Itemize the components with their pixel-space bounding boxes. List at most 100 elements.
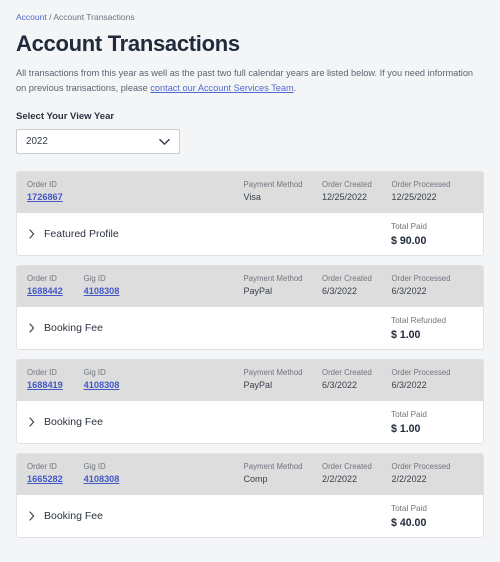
view-year-select-wrapper[interactable]: 2022 bbox=[16, 129, 180, 154]
account-transactions-page: Account / Account Transactions Account T… bbox=[0, 0, 500, 562]
gig-id-label: Gig ID bbox=[83, 274, 106, 283]
account-services-team-link[interactable]: contact our Account Services Team bbox=[150, 83, 293, 93]
transaction-expand-row[interactable]: Featured Profile bbox=[29, 228, 119, 241]
transaction-expand-row[interactable]: Booking Fee bbox=[29, 510, 103, 523]
transaction-item-name: Booking Fee bbox=[44, 321, 103, 334]
table-row[interactable]: Order ID 1688442 Gig ID 4108308 Payment … bbox=[16, 265, 484, 350]
view-year-label: Select Your View Year bbox=[16, 111, 115, 122]
payment-method-value: Visa bbox=[243, 192, 261, 202]
order-id-label: Order ID bbox=[27, 274, 57, 283]
order-created-column: Order Created 2/2/2022 bbox=[322, 462, 392, 485]
order-created-label: Order Created bbox=[322, 462, 372, 471]
order-processed-value: 6/3/2022 bbox=[391, 286, 427, 296]
order-created-column: Order Created 6/3/2022 bbox=[322, 274, 392, 297]
order-processed-label: Order Processed bbox=[391, 368, 451, 377]
payment-method-value: PayPal bbox=[243, 380, 273, 390]
transaction-item-name: Booking Fee bbox=[44, 415, 103, 428]
order-processed-column: Order Processed 6/3/2022 bbox=[392, 274, 473, 297]
transactions-list: Order ID 1726867 Gig ID Payment Method V… bbox=[16, 171, 484, 538]
transaction-header: Order ID 1688419 Gig ID 4108308 Payment … bbox=[17, 360, 483, 401]
gig-id-label: Gig ID bbox=[83, 462, 106, 471]
total-value: $ 1.00 bbox=[391, 329, 421, 341]
order-processed-label: Order Processed bbox=[391, 274, 451, 283]
table-row[interactable]: Order ID 1688419 Gig ID 4108308 Payment … bbox=[16, 359, 484, 444]
transaction-body: Booking Fee Total Paid $ 1.00 bbox=[17, 401, 483, 443]
view-year-select[interactable]: 2022 bbox=[16, 129, 180, 154]
view-year-selected-value: 2022 bbox=[26, 136, 48, 147]
order-created-label: Order Created bbox=[322, 180, 372, 189]
total-value: $ 40.00 bbox=[391, 517, 427, 529]
transaction-body: Booking Fee Total Paid $ 40.00 bbox=[17, 495, 483, 537]
transaction-body: Featured Profile Total Paid $ 90.00 bbox=[17, 213, 483, 255]
payment-method-value: PayPal bbox=[243, 286, 273, 296]
table-row[interactable]: Order ID 1665282 Gig ID 4108308 Payment … bbox=[16, 453, 484, 538]
order-id-link[interactable]: 1688419 bbox=[27, 380, 63, 390]
total-label: Total Refunded bbox=[391, 316, 447, 325]
chevron-right-icon[interactable] bbox=[29, 511, 35, 521]
gig-id-column: Gig ID bbox=[84, 180, 243, 192]
order-id-column: Order ID 1688442 bbox=[27, 274, 84, 297]
transaction-total: Total Paid $ 90.00 bbox=[391, 221, 473, 247]
order-processed-column: Order Processed 12/25/2022 bbox=[392, 180, 473, 203]
transaction-header: Order ID 1688442 Gig ID 4108308 Payment … bbox=[17, 266, 483, 307]
breadcrumb-link-account[interactable]: Account bbox=[16, 12, 47, 22]
transaction-expand-row[interactable]: Booking Fee bbox=[29, 322, 103, 335]
order-created-label: Order Created bbox=[322, 274, 372, 283]
order-processed-value: 2/2/2022 bbox=[391, 474, 427, 484]
gig-id-link[interactable]: 4108308 bbox=[84, 474, 120, 484]
order-processed-column: Order Processed 2/2/2022 bbox=[392, 462, 473, 485]
payment-method-value: Comp bbox=[243, 474, 268, 484]
gig-id-column: Gig ID 4108308 bbox=[84, 462, 243, 485]
order-processed-value: 12/25/2022 bbox=[391, 192, 437, 202]
transaction-expand-row[interactable]: Booking Fee bbox=[29, 416, 103, 429]
transaction-item-name: Booking Fee bbox=[44, 509, 103, 522]
chevron-right-icon[interactable] bbox=[29, 323, 35, 333]
transaction-total: Total Refunded $ 1.00 bbox=[391, 315, 473, 341]
order-id-label: Order ID bbox=[27, 180, 57, 189]
order-created-value: 12/25/2022 bbox=[322, 192, 368, 202]
transaction-total: Total Paid $ 1.00 bbox=[391, 409, 473, 435]
table-row[interactable]: Order ID 1726867 Gig ID Payment Method V… bbox=[16, 171, 484, 256]
order-processed-value: 6/3/2022 bbox=[391, 380, 427, 390]
breadcrumb: Account / Account Transactions bbox=[16, 12, 484, 23]
payment-method-column: Payment Method Comp bbox=[244, 462, 322, 485]
order-id-link[interactable]: 1726867 bbox=[27, 192, 63, 202]
order-id-column: Order ID 1726867 bbox=[27, 180, 84, 203]
gig-id-label: Gig ID bbox=[83, 368, 106, 377]
order-id-label: Order ID bbox=[27, 368, 57, 377]
chevron-right-icon[interactable] bbox=[29, 417, 35, 427]
transaction-total: Total Paid $ 40.00 bbox=[391, 503, 473, 529]
page-title: Account Transactions bbox=[16, 31, 240, 56]
payment-method-column: Payment Method PayPal bbox=[244, 274, 322, 297]
order-processed-label: Order Processed bbox=[391, 180, 451, 189]
intro-text-part2: . bbox=[293, 82, 297, 93]
order-created-value: 2/2/2022 bbox=[322, 474, 358, 484]
gig-id-link[interactable]: 4108308 bbox=[84, 286, 120, 296]
order-processed-label: Order Processed bbox=[391, 462, 451, 471]
payment-method-column: Payment Method Visa bbox=[244, 180, 322, 203]
transaction-header: Order ID 1665282 Gig ID 4108308 Payment … bbox=[17, 454, 483, 495]
order-id-link[interactable]: 1665282 bbox=[27, 474, 63, 484]
transaction-item-name: Featured Profile bbox=[44, 227, 119, 240]
total-value: $ 90.00 bbox=[391, 235, 427, 247]
order-id-column: Order ID 1665282 bbox=[27, 462, 84, 485]
order-created-value: 6/3/2022 bbox=[322, 380, 358, 390]
transaction-body: Booking Fee Total Refunded $ 1.00 bbox=[17, 307, 483, 349]
payment-method-label: Payment Method bbox=[243, 368, 303, 377]
order-created-value: 6/3/2022 bbox=[322, 286, 358, 296]
total-label: Total Paid bbox=[391, 410, 427, 419]
payment-method-column: Payment Method PayPal bbox=[244, 368, 322, 391]
gig-id-link[interactable]: 4108308 bbox=[84, 380, 120, 390]
total-value: $ 1.00 bbox=[391, 423, 421, 435]
order-processed-column: Order Processed 6/3/2022 bbox=[392, 368, 473, 391]
order-created-column: Order Created 12/25/2022 bbox=[322, 180, 392, 203]
order-created-label: Order Created bbox=[322, 368, 372, 377]
order-id-link[interactable]: 1688442 bbox=[27, 286, 63, 296]
chevron-right-icon[interactable] bbox=[29, 229, 35, 239]
total-label: Total Paid bbox=[391, 222, 427, 231]
intro-paragraph: All transactions from this year as well … bbox=[16, 66, 482, 95]
payment-method-label: Payment Method bbox=[243, 180, 303, 189]
breadcrumb-current: Account Transactions bbox=[53, 12, 135, 22]
order-id-column: Order ID 1688419 bbox=[27, 368, 84, 391]
gig-id-column: Gig ID 4108308 bbox=[84, 368, 243, 391]
